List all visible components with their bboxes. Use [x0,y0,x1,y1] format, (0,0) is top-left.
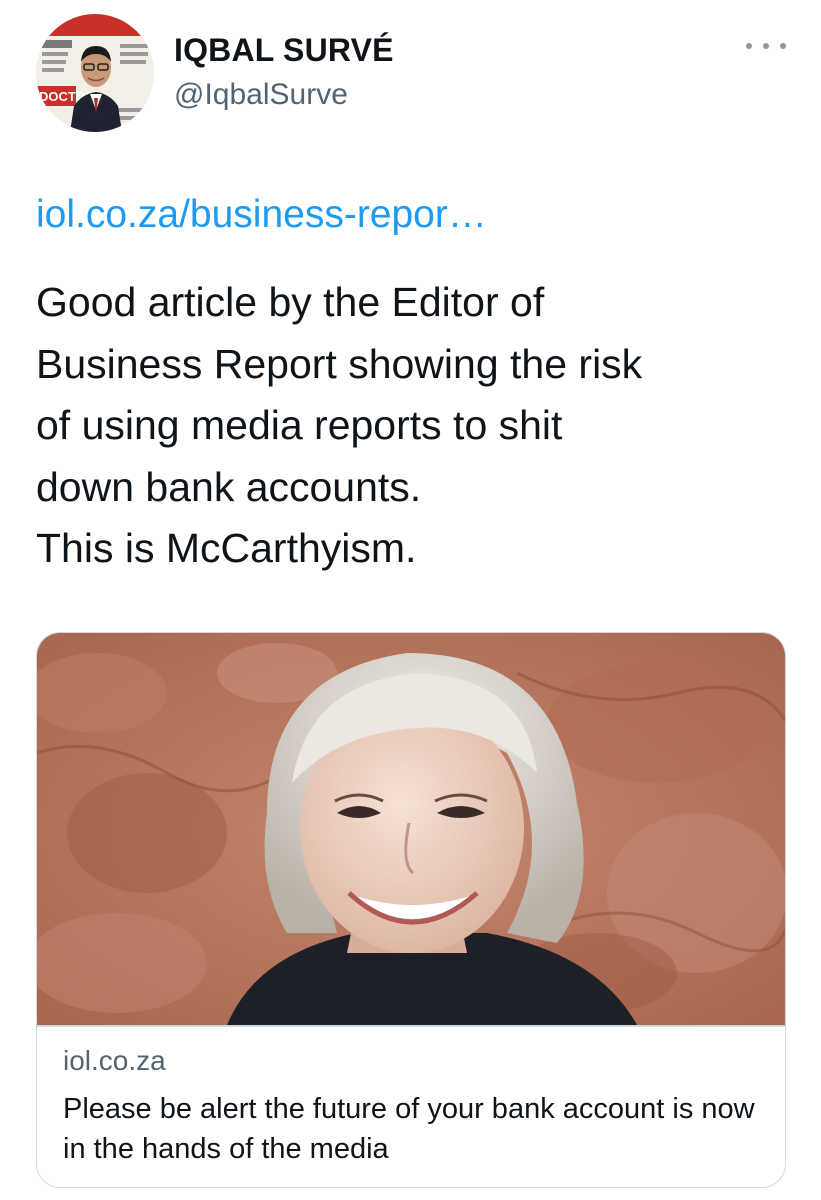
article-photo-icon [37,633,785,1025]
tweet-text-line: This is McCarthyism. [36,525,417,571]
tweet: DOCTOR IQBAL SURVÉ @IqbalSurve iol.co.za… [0,0,821,1200]
tweet-text-line: of using media reports to shit [36,402,563,448]
tweet-link[interactable]: iol.co.za/business-repor… [36,193,487,237]
tweet-text-line: Good article by the Editor of [36,279,545,325]
more-dot [763,43,769,49]
tweet-text: Good article by the Editor of Business R… [36,272,796,580]
more-dot [746,43,752,49]
card-image[interactable] [37,633,785,1025]
link-preview-card[interactable]: iol.co.za Please be alert the future of … [36,632,786,1188]
author-handle[interactable]: @IqbalSurve [174,78,348,112]
card-title[interactable]: Please be alert the future of your bank … [63,1089,763,1169]
tweet-text-line: down bank accounts. [36,463,422,510]
author-display-name[interactable]: IQBAL SURVÉ [174,32,394,69]
avatar[interactable]: DOCTOR [36,14,154,132]
more-options-icon[interactable] [746,34,786,58]
card-divider [37,1025,785,1027]
tweet-text-line: Business Report showing the risk [36,340,643,387]
profile-photo-icon: DOCTOR [36,14,154,132]
more-dot [780,43,786,49]
card-domain: iol.co.za [63,1045,166,1076]
